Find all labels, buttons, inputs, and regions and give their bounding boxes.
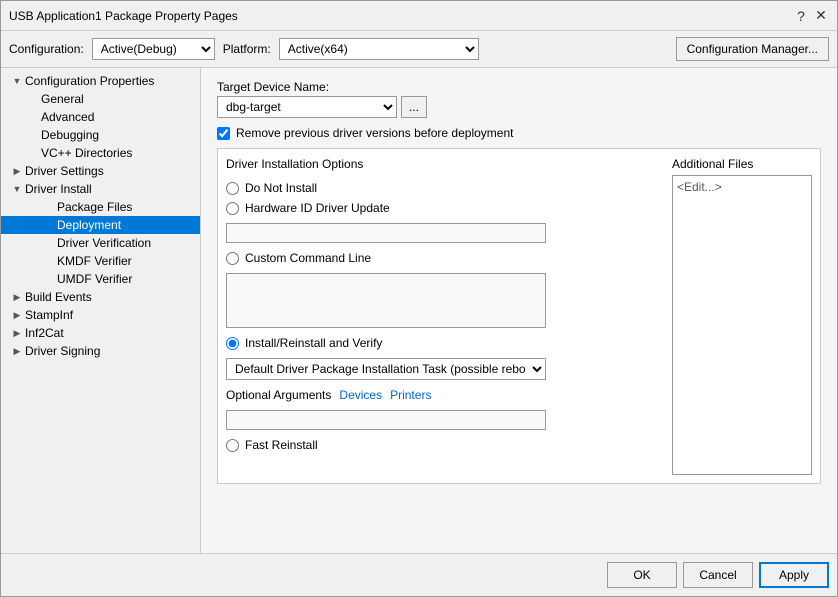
additional-files-label: Additional Files: [672, 157, 812, 171]
sidebar-item-driver-signing[interactable]: ▶Driver Signing: [1, 342, 200, 360]
tree-arrow-stampinf: ▶: [9, 310, 25, 321]
platform-label: Platform:: [223, 42, 271, 56]
sidebar-item-inf2cat[interactable]: ▶Inf2Cat: [1, 324, 200, 342]
custom-command-radio[interactable]: [226, 252, 239, 265]
tree-label-umdf-verifier: UMDF Verifier: [57, 272, 132, 286]
custom-command-textarea[interactable]: [226, 273, 546, 328]
do-not-install-label: Do Not Install: [245, 181, 317, 195]
install-reinstall-radio[interactable]: [226, 337, 239, 350]
content-area: Target Device Name: dbg-target ... Remov…: [201, 68, 837, 553]
tree-arrow-driver-settings: ▶: [9, 166, 25, 177]
install-reinstall-row: Install/Reinstall and Verify: [226, 336, 660, 350]
install-task-dropdown[interactable]: Default Driver Package Installation Task…: [226, 358, 546, 380]
do-not-install-radio[interactable]: [226, 182, 239, 195]
sidebar-item-driver-verification[interactable]: Driver Verification: [1, 234, 200, 252]
tree-arrow-inf2cat: ▶: [9, 328, 25, 339]
custom-command-label: Custom Command Line: [245, 251, 371, 265]
configuration-label: Configuration:: [9, 42, 84, 56]
sidebar-item-package-files[interactable]: Package Files: [1, 198, 200, 216]
hardware-id-row: Hardware ID Driver Update: [226, 201, 660, 215]
sidebar-item-stampinf[interactable]: ▶StampInf: [1, 306, 200, 324]
sidebar-item-general[interactable]: General: [1, 90, 200, 108]
target-device-section: Target Device Name: dbg-target ...: [217, 80, 821, 118]
target-device-label: Target Device Name:: [217, 80, 821, 94]
platform-select[interactable]: Active(x64): [279, 38, 479, 60]
main-area: ▼Configuration PropertiesGeneralAdvanced…: [1, 68, 837, 553]
tree-label-config-properties: Configuration Properties: [25, 74, 154, 88]
additional-files-section: Additional Files <Edit...>: [672, 157, 812, 475]
sidebar-item-driver-settings[interactable]: ▶Driver Settings: [1, 162, 200, 180]
optional-args-row: Optional Arguments Devices Printers: [226, 388, 660, 402]
sidebar-item-driver-install[interactable]: ▼Driver Install: [1, 180, 200, 198]
window-title: USB Application1 Package Property Pages: [9, 9, 238, 23]
tree-label-deployment: Deployment: [57, 218, 121, 232]
fast-reinstall-label: Fast Reinstall: [245, 438, 318, 452]
sidebar-item-deployment[interactable]: Deployment: [1, 216, 200, 234]
remove-previous-checkbox[interactable]: [217, 127, 230, 140]
apply-button[interactable]: Apply: [759, 562, 829, 588]
hardware-id-input[interactable]: [226, 223, 546, 243]
tree-label-build-events: Build Events: [25, 290, 92, 304]
printers-link[interactable]: Printers: [390, 388, 431, 402]
driver-install-section: Driver Installation Options Do Not Insta…: [217, 148, 821, 484]
tree-label-debugging: Debugging: [41, 128, 99, 142]
sidebar-item-config-properties[interactable]: ▼Configuration Properties: [1, 72, 200, 90]
remove-previous-row: Remove previous driver versions before d…: [217, 126, 821, 140]
custom-command-row: Custom Command Line: [226, 251, 660, 265]
install-reinstall-label: Install/Reinstall and Verify: [245, 336, 382, 350]
sidebar-item-vc-directories[interactable]: VC++ Directories: [1, 144, 200, 162]
optional-args-input[interactable]: [226, 410, 546, 430]
title-bar-controls: ? ✕: [793, 8, 829, 24]
config-row: Configuration: Active(Debug) Platform: A…: [1, 31, 837, 68]
tree-label-package-files: Package Files: [57, 200, 132, 214]
sidebar-item-umdf-verifier[interactable]: UMDF Verifier: [1, 270, 200, 288]
cancel-button[interactable]: Cancel: [683, 562, 753, 588]
browse-button[interactable]: ...: [401, 96, 427, 118]
tree-label-driver-settings: Driver Settings: [25, 164, 104, 178]
tree-label-driver-signing: Driver Signing: [25, 344, 100, 358]
driver-options: Driver Installation Options Do Not Insta…: [226, 157, 660, 475]
tree-arrow-driver-signing: ▶: [9, 346, 25, 357]
fast-reinstall-radio[interactable]: [226, 439, 239, 452]
close-button[interactable]: ✕: [813, 8, 829, 24]
help-button[interactable]: ?: [793, 8, 809, 24]
devices-link[interactable]: Devices: [339, 388, 382, 402]
sidebar-item-advanced[interactable]: Advanced: [1, 108, 200, 126]
hardware-id-label: Hardware ID Driver Update: [245, 201, 390, 215]
sidebar: ▼Configuration PropertiesGeneralAdvanced…: [1, 68, 201, 553]
config-manager-button[interactable]: Configuration Manager...: [676, 37, 829, 61]
target-device-row: dbg-target ...: [217, 96, 821, 118]
tree-label-general: General: [41, 92, 84, 106]
tree-label-driver-verification: Driver Verification: [57, 236, 151, 250]
additional-files-edit: <Edit...>: [677, 180, 722, 194]
ok-button[interactable]: OK: [607, 562, 677, 588]
sidebar-item-debugging[interactable]: Debugging: [1, 126, 200, 144]
hardware-id-radio[interactable]: [226, 202, 239, 215]
sidebar-item-kmdf-verifier[interactable]: KMDF Verifier: [1, 252, 200, 270]
tree-label-vc-directories: VC++ Directories: [41, 146, 132, 160]
tree-arrow-build-events: ▶: [9, 292, 25, 303]
tree-label-advanced: Advanced: [41, 110, 94, 124]
configuration-select[interactable]: Active(Debug): [92, 38, 215, 60]
do-not-install-row: Do Not Install: [226, 181, 660, 195]
fast-reinstall-row: Fast Reinstall: [226, 438, 660, 452]
tree-label-inf2cat: Inf2Cat: [25, 326, 64, 340]
target-device-select[interactable]: dbg-target: [217, 96, 397, 118]
main-window: USB Application1 Package Property Pages …: [0, 0, 838, 597]
tree-label-driver-install: Driver Install: [25, 182, 92, 196]
tree-label-stampinf: StampInf: [25, 308, 73, 322]
optional-arguments-label: Optional Arguments: [226, 388, 331, 402]
tree-label-kmdf-verifier: KMDF Verifier: [57, 254, 132, 268]
tree-arrow-driver-install: ▼: [9, 184, 25, 194]
bottom-bar: OK Cancel Apply: [1, 553, 837, 596]
driver-install-options-label: Driver Installation Options: [226, 157, 660, 171]
tree-arrow-config-properties: ▼: [9, 76, 25, 86]
additional-files-box[interactable]: <Edit...>: [672, 175, 812, 475]
remove-previous-label: Remove previous driver versions before d…: [236, 126, 513, 140]
title-bar: USB Application1 Package Property Pages …: [1, 1, 837, 31]
sidebar-item-build-events[interactable]: ▶Build Events: [1, 288, 200, 306]
